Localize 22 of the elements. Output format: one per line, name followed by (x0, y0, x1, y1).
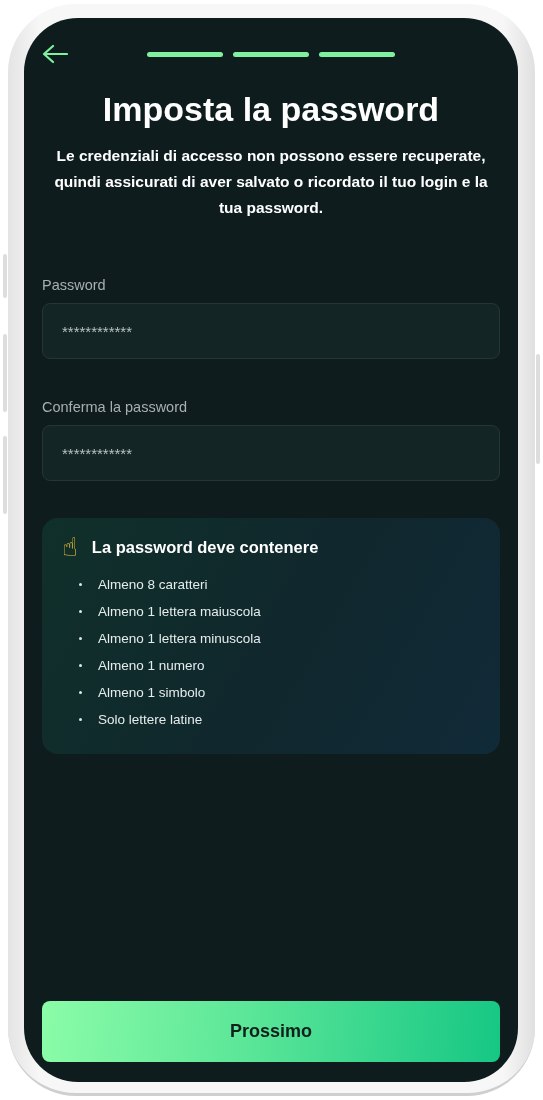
bullet-icon (79, 583, 82, 586)
requirement-item: Almeno 8 caratteri (98, 577, 208, 592)
bullet-icon (79, 718, 82, 721)
bullet-icon (79, 664, 82, 667)
next-button[interactable]: Prossimo (42, 1001, 500, 1062)
page-title: Imposta la password (101, 90, 441, 129)
instructions-text: Le credenziali di accesso non possono essere recuperate, quindi assicurati di aver salvato o ricordato il tuo login e la tua password. (53, 146, 489, 218)
field-label: Password (42, 277, 107, 293)
password-field[interactable]: ************ (42, 425, 500, 481)
requirement-item: Solo lettere latine (98, 712, 203, 727)
field-label: Conferma la password (42, 399, 189, 415)
requirement-item: Almeno 1 lettera maiuscola (98, 604, 261, 619)
bullet-icon (79, 691, 82, 694)
bullet-icon (79, 610, 82, 613)
requirement-item: Almeno 1 simbolo (98, 685, 206, 700)
back-arrow-icon[interactable] (42, 44, 68, 64)
requirement-item: Almeno 1 lettera minuscola (98, 631, 261, 646)
pointing-finger-icon: ☝ (62, 532, 78, 562)
bullet-icon (79, 637, 82, 640)
password-field[interactable]: ************ (42, 303, 500, 359)
requirement-item: Almeno 1 numero (98, 658, 205, 673)
requirements-title: La password deve contenere (91, 537, 319, 557)
